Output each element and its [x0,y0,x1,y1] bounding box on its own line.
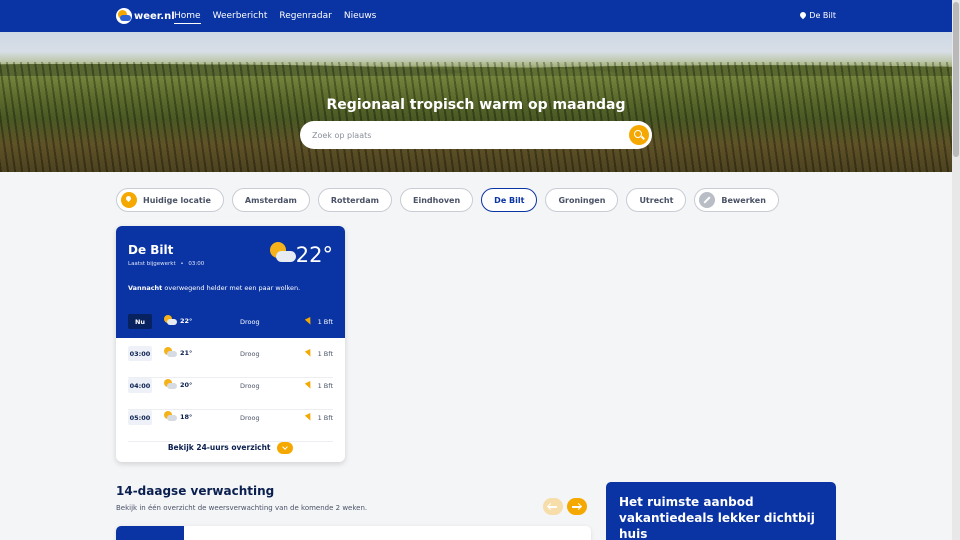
logo-text: weer.nl [134,10,175,22]
wind-arrow-icon [304,413,314,422]
wind-arrow-icon [304,317,314,326]
row-precip: Droog [240,382,260,390]
partly-cloudy-icon [270,242,298,264]
scrollbar-thumb[interactable] [953,2,959,157]
card-description: Vannacht overwegend helder met een paar … [128,284,300,292]
chip-label: De Bilt [494,195,525,205]
location-pin-icon [800,12,806,20]
forecast-row: 04:00 20° Droog 1 Bft [128,378,333,410]
card-temperature: 22° [295,243,333,267]
hero-title: Regionaal tropisch warm op maandag [326,97,626,113]
wind-arrow-icon [304,381,314,390]
forecast-14day-card [116,526,591,540]
search-input[interactable] [312,127,612,143]
forecast-row: 03:00 21° Droog 1 Bft [128,346,333,378]
moon-cloud-icon [164,379,178,390]
row-temp: 21° [180,349,193,357]
hero-cornfield [0,62,952,172]
location-chips: Huidige locatie Amsterdam Rotterdam Eind… [116,188,779,212]
wind-arrow-icon [304,349,314,358]
row-wind: 1 Bft [317,318,333,326]
moon-cloud-icon [164,411,178,422]
chip-label: Utrecht [639,195,674,205]
weather-card: De Bilt Laatst bijgewerkt • 03:00 22° Va… [116,226,345,462]
row-wind: 1 Bft [317,382,333,390]
row-time: 05:00 [128,410,152,425]
forecast-row-now: Nu 22° Droog 1 Bft [128,314,333,346]
chip-label: Bewerken [721,195,766,205]
chip-label: Rotterdam [330,195,380,205]
chip-current-location[interactable]: Huidige locatie [116,188,224,212]
nav-link-nieuws[interactable]: Nieuws [344,10,377,24]
moon-cloud-icon [164,347,178,358]
pencil-icon [699,192,716,208]
desc-text: overwegend helder met een paar wolken. [164,284,301,292]
chip-edit[interactable]: Bewerken [694,188,779,212]
chip-label: Amsterdam [244,195,297,205]
row-precip: Droog [240,350,260,358]
chip-eindhoven[interactable]: Eindhoven [400,188,474,212]
row-wind: 1 Bft [317,414,333,422]
promo-text: Het ruimste aanbod vakantiedeals lekker … [619,495,815,540]
hero-banner: Regionaal tropisch warm op maandag [0,32,952,172]
card-updated: Laatst bijgewerkt • 03:00 [128,261,204,267]
row-temp: 22° [180,317,193,325]
nav-links: Home Weerbericht Regenradar Nieuws [174,10,376,24]
partly-cloudy-icon [164,315,178,326]
row-precip: Droog [240,318,260,326]
forecast-row: 05:00 18° Droog 1 Bft [128,410,333,442]
row-time: 04:00 [128,378,152,393]
view-24h-label: Bekijk 24-uurs overzicht [167,443,271,452]
nav-location[interactable]: De Bilt [800,11,836,20]
weather-card-header: De Bilt Laatst bijgewerkt • 03:00 22° Va… [116,226,345,338]
forecast-section-title: 14-daagse verwachting [116,484,275,498]
row-precip: Droog [240,414,260,422]
search-button[interactable] [629,125,649,145]
chip-de-bilt[interactable]: De Bilt [481,188,538,212]
logo[interactable]: weer.nl [116,7,175,25]
updated-time: 03:00 [188,261,205,267]
chip-label: Groningen [558,195,606,205]
forecast-section-subtitle: Bekijk in één overzicht de weersverwacht… [116,504,368,512]
nav-link-regenradar[interactable]: Regenradar [279,10,331,24]
logo-icon [116,8,132,24]
view-24h-link[interactable]: Bekijk 24-uurs overzicht [116,442,345,454]
top-nav: weer.nl Home Weerbericht Regenradar Nieu… [0,0,952,32]
updated-separator: • [180,261,184,267]
next-button[interactable] [567,498,587,515]
row-wind: 1 Bft [317,350,333,358]
updated-label: Laatst bijgewerkt [128,261,176,267]
chip-label: Eindhoven [413,195,461,205]
chip-amsterdam[interactable]: Amsterdam [231,188,310,212]
desc-period: Vannacht [128,284,163,292]
nav-location-label: De Bilt [809,11,836,20]
nav-link-weerbericht[interactable]: Weerbericht [213,10,268,24]
chevron-down-icon [277,442,294,454]
row-time: Nu [128,314,152,329]
chip-label: Huidige locatie [143,195,211,205]
chip-utrecht[interactable]: Utrecht [626,188,687,212]
search-box [300,121,652,149]
forecast-day-tab[interactable] [116,526,184,540]
promo-banner[interactable]: Het ruimste aanbod vakantiedeals lekker … [606,482,836,540]
card-city: De Bilt [128,243,174,257]
row-temp: 20° [180,381,193,389]
location-pin-icon [121,192,137,208]
prev-button[interactable] [543,498,563,515]
nav-link-home[interactable]: Home [174,10,201,24]
chip-groningen[interactable]: Groningen [545,188,619,212]
chip-rotterdam[interactable]: Rotterdam [317,188,393,212]
scrollbar[interactable] [952,0,960,540]
row-temp: 18° [180,413,193,421]
row-time: 03:00 [128,346,152,361]
